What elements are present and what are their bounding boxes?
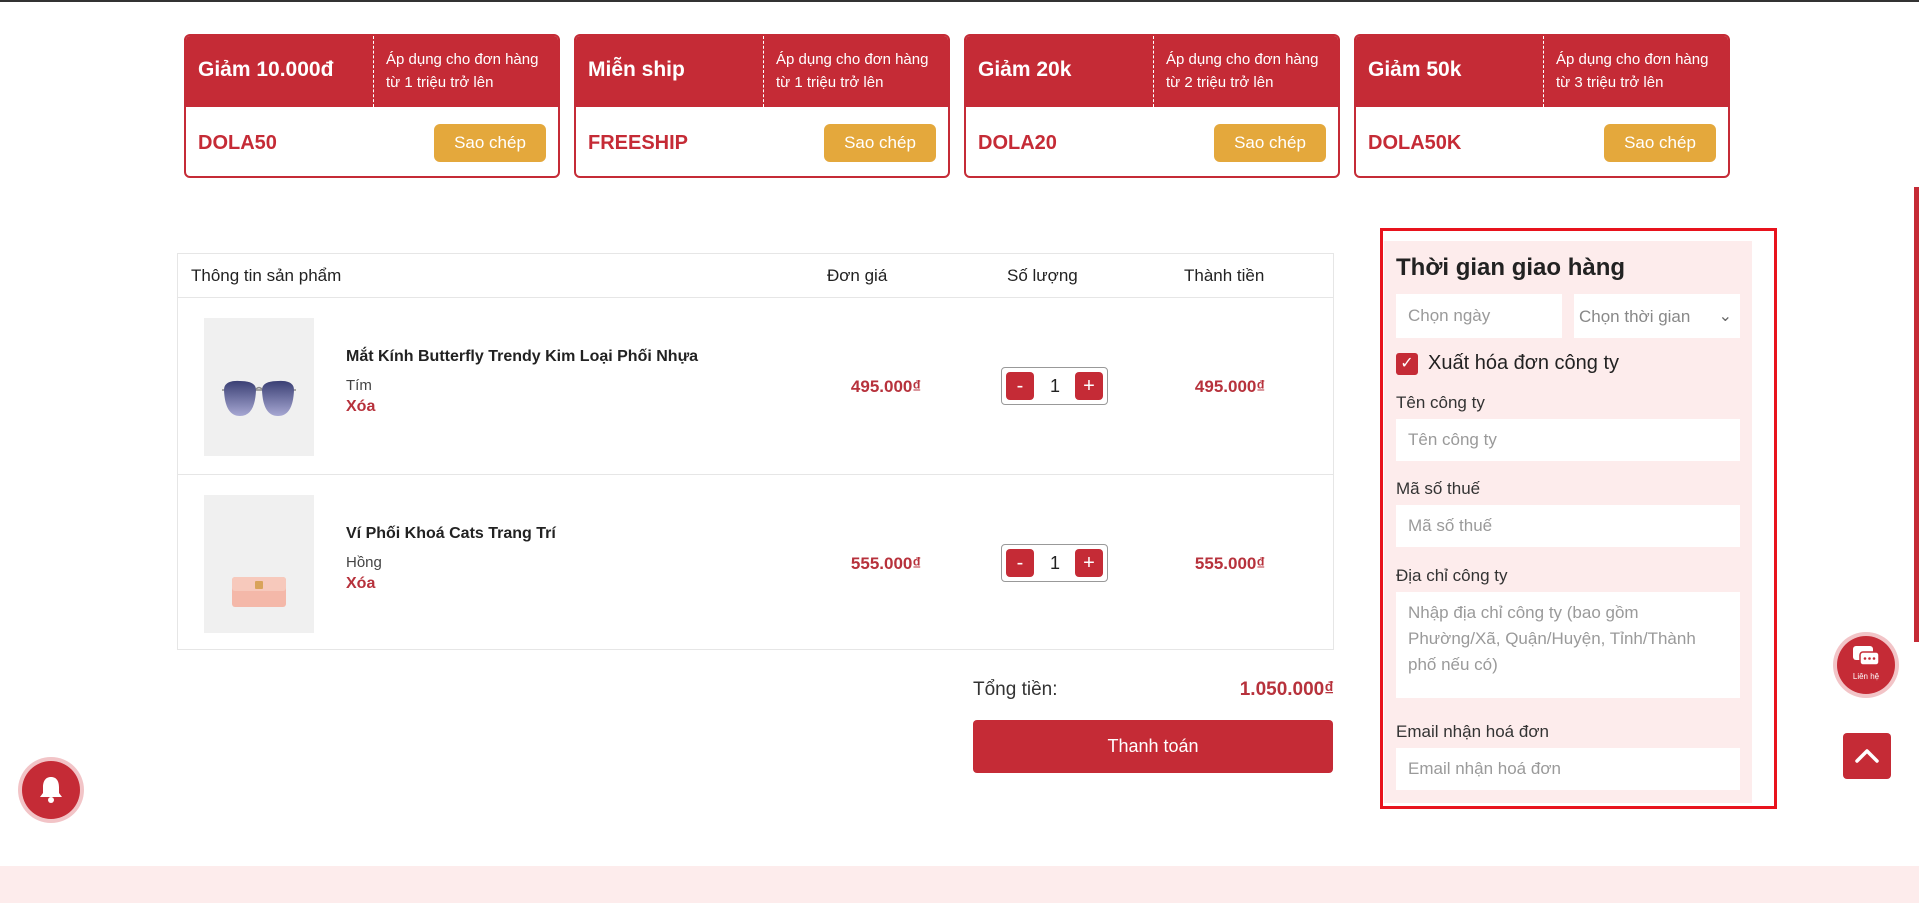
header-product: Thông tin sản phẩm (191, 266, 342, 285)
unit-price: 555.000₫ (850, 554, 922, 573)
coupon-description: Áp dụng cho đơn hàng từ 1 triệu trở lên (386, 51, 539, 91)
wallet-image (232, 577, 286, 607)
invoice-email-input[interactable] (1396, 748, 1740, 790)
delivery-date-input[interactable] (1396, 294, 1562, 338)
increase-quantity-button[interactable]: + (1075, 372, 1103, 400)
coupon-card: Giảm 10.000đ Áp dụng cho đơn hàng từ 1 t… (184, 34, 560, 178)
quantity-stepper: - 1 + (1001, 544, 1108, 582)
product-name[interactable]: Ví Phối Khoá Cats Trang Trí (346, 525, 556, 543)
table-row: Mắt Kính Butterfly Trendy Kim Loại Phối … (178, 298, 1333, 474)
scrollbar[interactable] (1914, 187, 1919, 642)
increase-quantity-button[interactable]: + (1075, 549, 1103, 577)
delivery-time-selected: Chọn thời gian (1579, 307, 1691, 326)
back-to-top-button[interactable] (1843, 733, 1891, 779)
top-border (0, 0, 1919, 2)
coupon-divider (373, 36, 374, 107)
product-variant: Hồng (346, 554, 382, 571)
unit-price: 495.000₫ (850, 377, 922, 396)
copy-code-button[interactable]: Sao chép (1214, 124, 1326, 162)
coupon-description: Áp dụng cho đơn hàng từ 1 triệu trở lên (776, 51, 929, 91)
chevron-down-icon: ⌄ (1718, 308, 1732, 325)
sunglasses-image (222, 380, 296, 416)
coupon-title: Miễn ship (588, 58, 685, 81)
coupon-divider (763, 36, 764, 107)
coupon-code: FREESHIP (588, 132, 689, 154)
coupon-code: DOLA20 (978, 132, 1057, 154)
product-image[interactable] (204, 495, 314, 633)
coupon-card: Giảm 20k Áp dụng cho đơn hàng từ 2 triệu… (964, 34, 1340, 178)
invoice-checkbox-label[interactable]: Xuất hóa đơn công ty (1428, 352, 1619, 375)
invoice-email-label: Email nhận hoá đơn (1396, 722, 1549, 741)
cart-header: Thông tin sản phẩm Đơn giá Số lượng Thàn… (178, 254, 1333, 298)
copy-code-button[interactable]: Sao chép (1604, 124, 1716, 162)
company-address-label: Địa chỉ công ty (1396, 566, 1508, 585)
invoice-checkbox[interactable]: ✓ (1396, 353, 1418, 375)
remove-item-link[interactable]: Xóa (346, 398, 375, 416)
checkout-button[interactable]: Thanh toán (973, 720, 1333, 773)
coupon-description: Áp dụng cho đơn hàng từ 3 triệu trở lên (1556, 51, 1709, 91)
header-quantity: Số lượng (1007, 266, 1078, 285)
coupon-title: Giảm 20k (978, 58, 1072, 81)
bell-icon (40, 777, 62, 803)
chat-icon (1853, 646, 1880, 666)
company-address-textarea[interactable] (1396, 592, 1740, 698)
coupon-header: Miễn ship Áp dụng cho đơn hàng từ 1 triệ… (576, 36, 948, 107)
decrease-quantity-button[interactable]: - (1006, 549, 1034, 577)
header-unit-price: Đơn giá (827, 266, 888, 285)
footer-band (0, 866, 1919, 903)
coupon-header: Giảm 20k Áp dụng cho đơn hàng từ 2 triệu… (966, 36, 1338, 107)
coupon-title: Giảm 10.000đ (198, 58, 334, 81)
decrease-quantity-button[interactable]: - (1006, 372, 1034, 400)
coupon-code: DOLA50 (198, 132, 277, 154)
coupon-divider (1543, 36, 1544, 107)
notification-button[interactable] (22, 761, 80, 819)
quantity-value[interactable]: 1 (1038, 376, 1072, 397)
order-total-value: 1.050.000₫ (1239, 679, 1334, 700)
coupon-description: Áp dụng cho đơn hàng từ 2 triệu trở lên (1166, 51, 1319, 91)
coupon-header: Giảm 10.000đ Áp dụng cho đơn hàng từ 1 t… (186, 36, 558, 107)
contact-button[interactable]: Liên hệ (1837, 636, 1895, 694)
copy-code-button[interactable]: Sao chép (824, 124, 936, 162)
contact-label: Liên hệ (1852, 672, 1880, 681)
cart-table: Thông tin sản phẩm Đơn giá Số lượng Thàn… (177, 253, 1334, 650)
delivery-time-select[interactable]: Chọn thời gian ⌄ (1574, 294, 1740, 338)
tax-code-label: Mã số thuế (1396, 479, 1481, 498)
table-row: Ví Phối Khoá Cats Trang Trí Hồng Xóa 555… (178, 474, 1333, 650)
delivery-title: Thời gian giao hàng (1396, 254, 1626, 281)
coupon-code: DOLA50K (1368, 132, 1462, 154)
product-name[interactable]: Mắt Kính Butterfly Trendy Kim Loại Phối … (346, 348, 698, 366)
header-total: Thành tiền (1184, 266, 1265, 285)
line-total: 495.000₫ (1194, 377, 1266, 396)
company-name-input[interactable] (1396, 419, 1740, 461)
company-name-label: Tên công ty (1396, 393, 1485, 412)
quantity-value[interactable]: 1 (1038, 553, 1072, 574)
copy-code-button[interactable]: Sao chép (434, 124, 546, 162)
tax-code-input[interactable] (1396, 505, 1740, 547)
line-total: 555.000₫ (1194, 554, 1266, 573)
coupon-card: Miễn ship Áp dụng cho đơn hàng từ 1 triệ… (574, 34, 950, 178)
product-variant: Tím (346, 377, 372, 394)
order-total-label: Tổng tiền: (973, 679, 1058, 700)
coupon-title: Giảm 50k (1368, 58, 1462, 81)
quantity-stepper: - 1 + (1001, 367, 1108, 405)
coupon-header: Giảm 50k Áp dụng cho đơn hàng từ 3 triệu… (1356, 36, 1728, 107)
product-image[interactable] (204, 318, 314, 456)
coupon-divider (1153, 36, 1154, 107)
coupon-card: Giảm 50k Áp dụng cho đơn hàng từ 3 triệu… (1354, 34, 1730, 178)
remove-item-link[interactable]: Xóa (346, 575, 375, 593)
chevron-up-icon (1855, 749, 1879, 763)
